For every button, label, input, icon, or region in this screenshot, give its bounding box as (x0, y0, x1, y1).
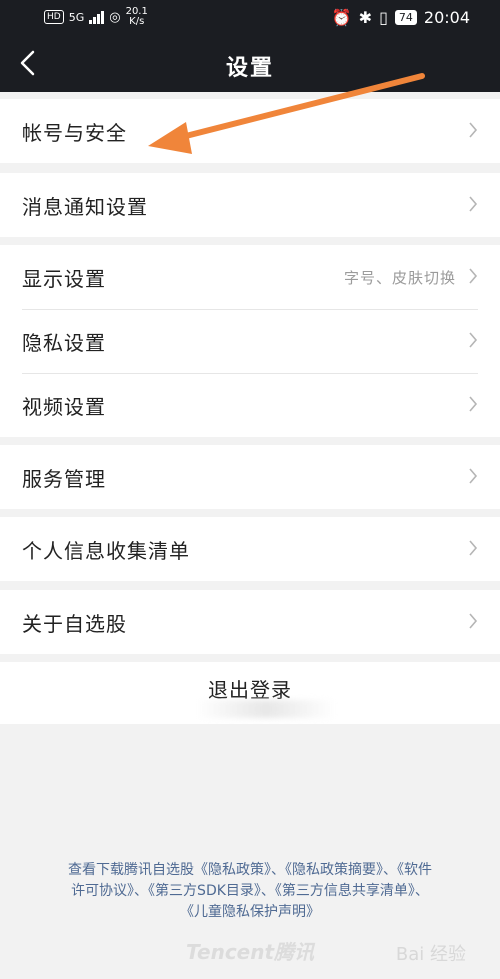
annotation-arrow-icon (148, 73, 425, 154)
